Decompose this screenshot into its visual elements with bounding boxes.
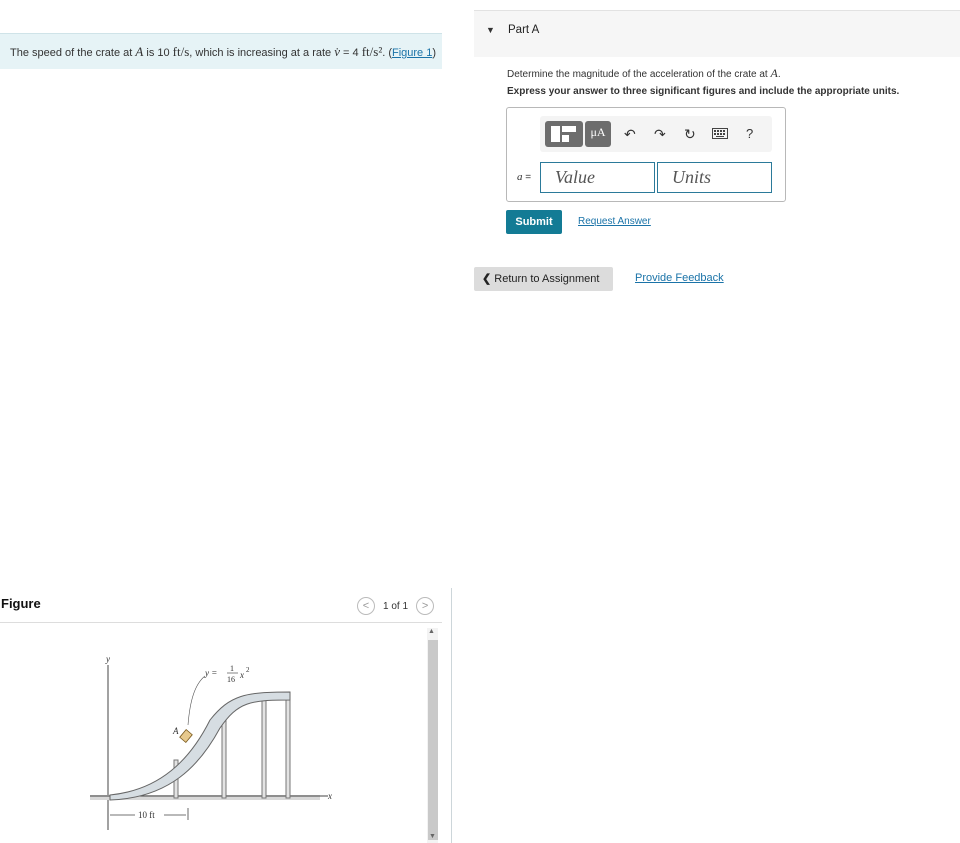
collapse-triangle-icon[interactable]: ▼	[486, 25, 495, 35]
undo-icon[interactable]: ↶	[624, 126, 636, 142]
support-post	[261, 697, 267, 799]
template-icon	[562, 126, 576, 132]
question-suffix: .	[777, 69, 781, 80]
problem-text: The speed of the crate at	[10, 47, 136, 59]
scroll-up-icon[interactable]: ▲	[428, 628, 435, 635]
units-input[interactable]: Units	[657, 162, 772, 193]
dimension-label: 10 ft	[138, 810, 155, 820]
equation-numerator: 1	[230, 664, 234, 673]
chevron-left-icon: ❮	[482, 273, 492, 285]
part-a-header[interactable]: ▼ Part A	[474, 10, 960, 57]
equation-exponent: 2	[246, 666, 250, 674]
template-icon	[551, 126, 560, 142]
problem-text: . (	[382, 47, 392, 59]
problem-text: is 10	[143, 47, 173, 59]
figure-heading: Figure	[1, 596, 41, 611]
submit-button[interactable]: Submit	[506, 210, 562, 234]
accel-unit: ft/s²	[361, 44, 383, 59]
template-icon	[562, 135, 569, 142]
figure-link[interactable]: Figure 1	[392, 47, 432, 59]
prev-figure-button[interactable]: <	[357, 597, 375, 615]
scroll-down-icon[interactable]: ▼	[429, 833, 436, 840]
part-title: Part A	[508, 24, 540, 36]
help-icon[interactable]: ?	[746, 126, 753, 142]
equation-denominator: 16	[227, 675, 235, 684]
next-figure-button[interactable]: >	[416, 597, 435, 615]
units-button-label: μA	[590, 125, 606, 139]
equation-leader	[187, 675, 206, 726]
provide-feedback-link[interactable]: Provide Feedback	[635, 272, 724, 284]
value-input[interactable]: Value	[540, 162, 655, 193]
return-label: Return to Assignment	[494, 273, 600, 285]
question-prefix: Determine the magnitude of the accelerat…	[507, 69, 771, 80]
x-axis-label: x	[327, 791, 332, 801]
problem-text: )	[432, 47, 437, 59]
answer-equals: =	[522, 172, 532, 183]
reset-icon[interactable]: ↻	[684, 126, 696, 142]
equation-variable: x	[239, 670, 244, 680]
problem-statement: The speed of the crate at A is 10 ft/s, …	[0, 33, 442, 69]
column-divider	[451, 588, 452, 843]
support-post	[285, 697, 291, 799]
problem-text: = 4	[339, 47, 362, 59]
units-button[interactable]: μA	[585, 121, 611, 147]
speed-unit: ft/s	[172, 44, 190, 59]
chevron-right-icon: >	[421, 600, 429, 612]
figure-navigation: < 1 of 1 >	[357, 597, 435, 615]
answer-variable-label: a =	[517, 171, 531, 183]
chevron-left-icon: <	[362, 600, 370, 612]
equation-prefix: y =	[204, 668, 217, 678]
support-post	[221, 714, 227, 799]
request-answer-link[interactable]: Request Answer	[578, 216, 651, 227]
crate	[179, 729, 193, 743]
instruction-text: Express your answer to three significant…	[507, 86, 900, 97]
figure-counter: 1 of 1	[383, 600, 409, 612]
question-point: A	[770, 66, 778, 80]
templates-button[interactable]	[545, 121, 583, 147]
figure-separator	[0, 622, 442, 623]
y-axis-label: y	[105, 654, 110, 664]
return-to-assignment-button[interactable]: ❮ Return to Assignment	[474, 267, 613, 291]
point-a-label: A	[172, 726, 179, 736]
figure-image: y x A y = 1 16 x 2 10 ft	[90, 654, 332, 830]
question-text: Determine the magnitude of the accelerat…	[507, 66, 781, 81]
problem-text: , which is increasing at a rate	[189, 47, 335, 59]
figure-scrollbar-thumb[interactable]	[428, 640, 438, 840]
redo-icon[interactable]: ↷	[654, 126, 666, 142]
keyboard-icon[interactable]	[712, 128, 728, 139]
